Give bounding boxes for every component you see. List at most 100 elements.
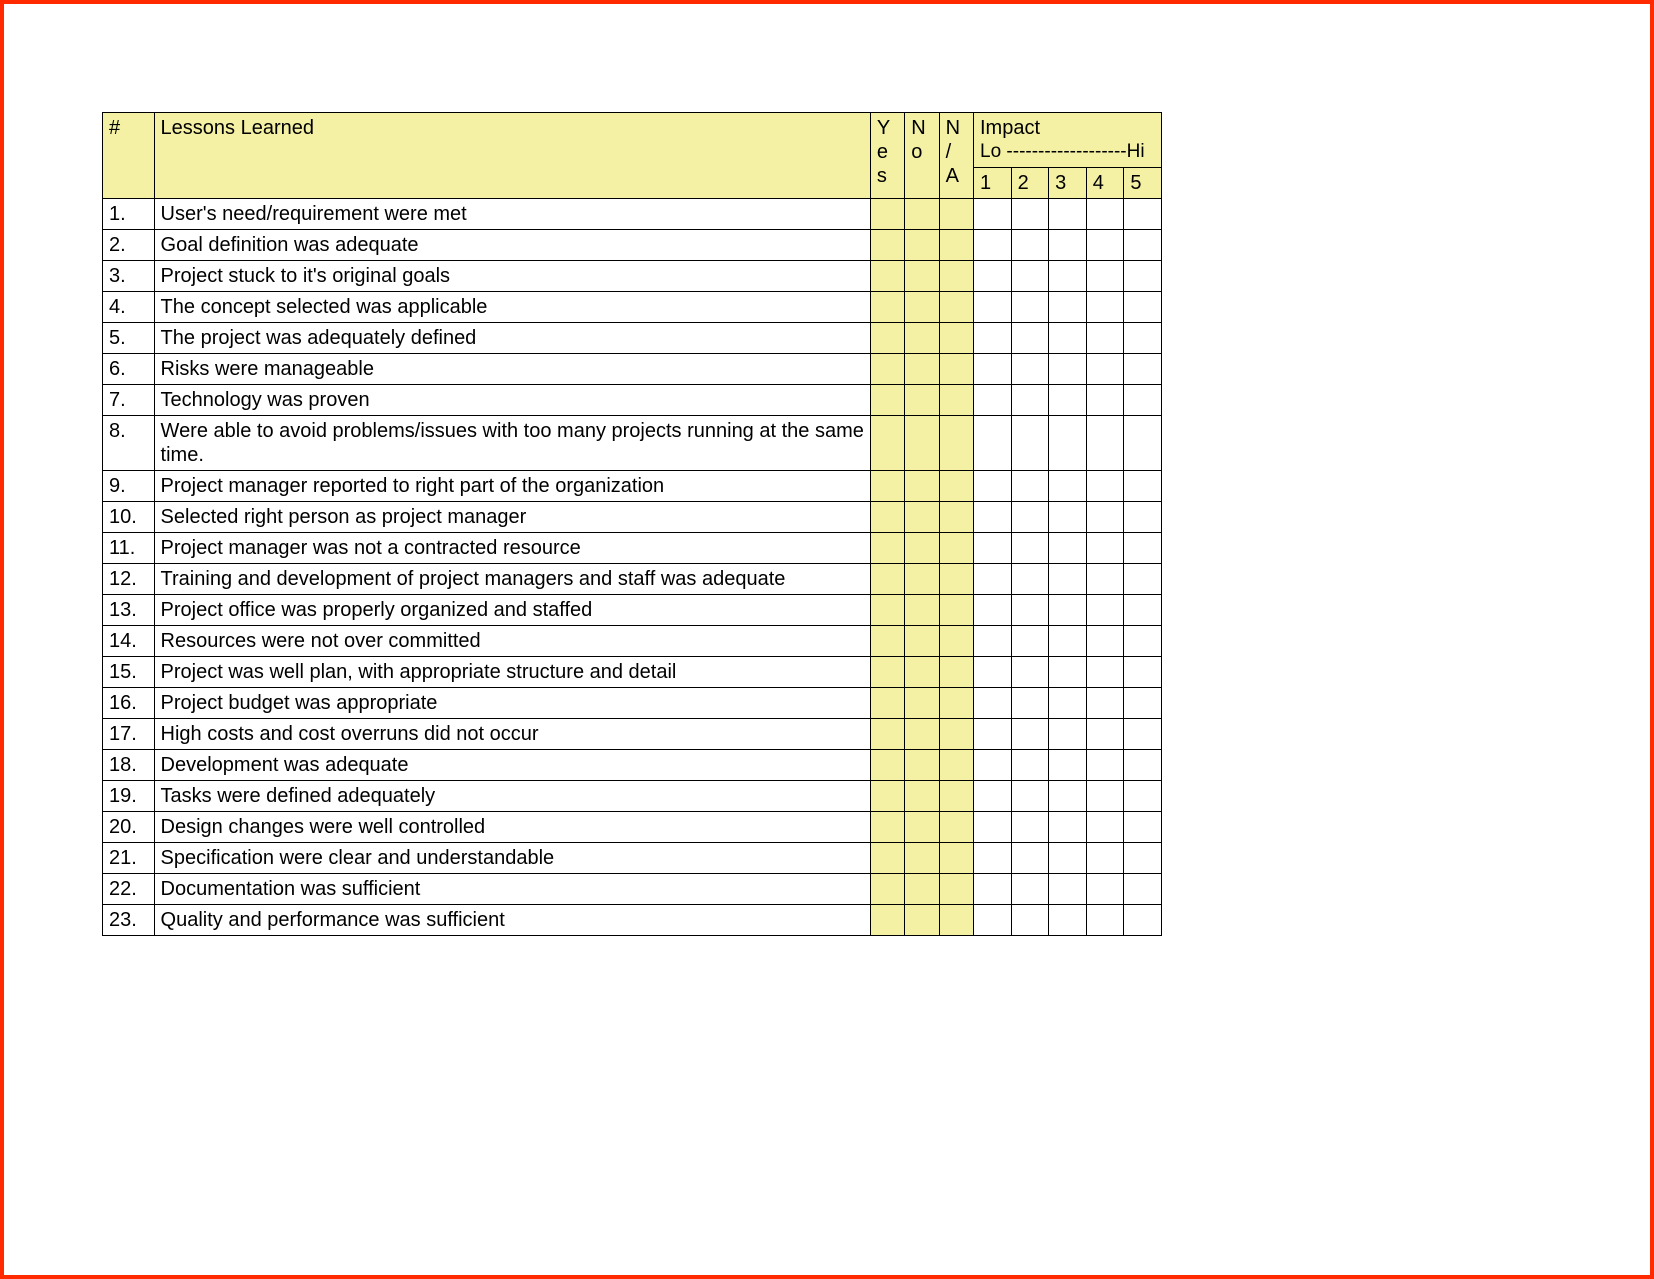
- cell-no[interactable]: [905, 416, 939, 471]
- cell-impact-3[interactable]: [1049, 874, 1087, 905]
- cell-impact-1[interactable]: [974, 595, 1012, 626]
- cell-na[interactable]: [939, 595, 973, 626]
- cell-no[interactable]: [905, 657, 939, 688]
- cell-yes[interactable]: [870, 292, 904, 323]
- cell-impact-2[interactable]: [1011, 564, 1049, 595]
- cell-no[interactable]: [905, 385, 939, 416]
- cell-impact-2[interactable]: [1011, 750, 1049, 781]
- cell-impact-5[interactable]: [1124, 261, 1162, 292]
- cell-impact-2[interactable]: [1011, 905, 1049, 936]
- cell-impact-5[interactable]: [1124, 323, 1162, 354]
- cell-impact-5[interactable]: [1124, 416, 1162, 471]
- cell-impact-1[interactable]: [974, 354, 1012, 385]
- cell-impact-3[interactable]: [1049, 292, 1087, 323]
- cell-impact-1[interactable]: [974, 261, 1012, 292]
- cell-impact-3[interactable]: [1049, 533, 1087, 564]
- cell-impact-1[interactable]: [974, 199, 1012, 230]
- cell-impact-1[interactable]: [974, 688, 1012, 719]
- cell-impact-4[interactable]: [1086, 688, 1124, 719]
- cell-impact-5[interactable]: [1124, 533, 1162, 564]
- cell-impact-3[interactable]: [1049, 688, 1087, 719]
- cell-no[interactable]: [905, 843, 939, 874]
- cell-impact-5[interactable]: [1124, 657, 1162, 688]
- cell-na[interactable]: [939, 564, 973, 595]
- cell-impact-5[interactable]: [1124, 781, 1162, 812]
- cell-impact-1[interactable]: [974, 502, 1012, 533]
- cell-impact-2[interactable]: [1011, 230, 1049, 261]
- cell-impact-5[interactable]: [1124, 385, 1162, 416]
- cell-impact-2[interactable]: [1011, 843, 1049, 874]
- cell-na[interactable]: [939, 323, 973, 354]
- cell-impact-1[interactable]: [974, 230, 1012, 261]
- cell-impact-4[interactable]: [1086, 261, 1124, 292]
- cell-no[interactable]: [905, 533, 939, 564]
- cell-na[interactable]: [939, 471, 973, 502]
- cell-impact-3[interactable]: [1049, 843, 1087, 874]
- cell-na[interactable]: [939, 292, 973, 323]
- cell-na[interactable]: [939, 199, 973, 230]
- cell-impact-4[interactable]: [1086, 905, 1124, 936]
- cell-yes[interactable]: [870, 688, 904, 719]
- cell-impact-4[interactable]: [1086, 502, 1124, 533]
- cell-no[interactable]: [905, 688, 939, 719]
- cell-impact-1[interactable]: [974, 323, 1012, 354]
- cell-no[interactable]: [905, 781, 939, 812]
- cell-yes[interactable]: [870, 354, 904, 385]
- cell-impact-3[interactable]: [1049, 354, 1087, 385]
- cell-impact-3[interactable]: [1049, 626, 1087, 657]
- cell-impact-4[interactable]: [1086, 230, 1124, 261]
- cell-na[interactable]: [939, 230, 973, 261]
- cell-impact-3[interactable]: [1049, 323, 1087, 354]
- cell-na[interactable]: [939, 354, 973, 385]
- cell-impact-1[interactable]: [974, 385, 1012, 416]
- cell-yes[interactable]: [870, 812, 904, 843]
- cell-impact-1[interactable]: [974, 843, 1012, 874]
- cell-impact-3[interactable]: [1049, 905, 1087, 936]
- cell-impact-5[interactable]: [1124, 502, 1162, 533]
- cell-yes[interactable]: [870, 719, 904, 750]
- cell-impact-3[interactable]: [1049, 657, 1087, 688]
- cell-impact-4[interactable]: [1086, 874, 1124, 905]
- cell-impact-4[interactable]: [1086, 719, 1124, 750]
- cell-impact-5[interactable]: [1124, 354, 1162, 385]
- cell-na[interactable]: [939, 750, 973, 781]
- cell-impact-1[interactable]: [974, 471, 1012, 502]
- cell-no[interactable]: [905, 564, 939, 595]
- cell-impact-2[interactable]: [1011, 199, 1049, 230]
- cell-impact-2[interactable]: [1011, 323, 1049, 354]
- cell-no[interactable]: [905, 502, 939, 533]
- cell-no[interactable]: [905, 626, 939, 657]
- cell-impact-3[interactable]: [1049, 564, 1087, 595]
- cell-impact-3[interactable]: [1049, 230, 1087, 261]
- cell-impact-1[interactable]: [974, 781, 1012, 812]
- cell-impact-5[interactable]: [1124, 812, 1162, 843]
- cell-impact-5[interactable]: [1124, 595, 1162, 626]
- cell-yes[interactable]: [870, 502, 904, 533]
- cell-impact-2[interactable]: [1011, 626, 1049, 657]
- cell-impact-5[interactable]: [1124, 843, 1162, 874]
- cell-impact-1[interactable]: [974, 905, 1012, 936]
- cell-impact-5[interactable]: [1124, 905, 1162, 936]
- cell-impact-3[interactable]: [1049, 812, 1087, 843]
- cell-impact-5[interactable]: [1124, 230, 1162, 261]
- cell-impact-5[interactable]: [1124, 564, 1162, 595]
- cell-impact-4[interactable]: [1086, 471, 1124, 502]
- cell-impact-2[interactable]: [1011, 292, 1049, 323]
- cell-impact-4[interactable]: [1086, 595, 1124, 626]
- cell-impact-3[interactable]: [1049, 199, 1087, 230]
- cell-yes[interactable]: [870, 657, 904, 688]
- cell-impact-4[interactable]: [1086, 626, 1124, 657]
- cell-no[interactable]: [905, 230, 939, 261]
- cell-impact-1[interactable]: [974, 719, 1012, 750]
- cell-impact-3[interactable]: [1049, 750, 1087, 781]
- cell-impact-2[interactable]: [1011, 354, 1049, 385]
- cell-impact-4[interactable]: [1086, 750, 1124, 781]
- cell-no[interactable]: [905, 471, 939, 502]
- cell-impact-3[interactable]: [1049, 719, 1087, 750]
- cell-impact-2[interactable]: [1011, 502, 1049, 533]
- cell-na[interactable]: [939, 905, 973, 936]
- cell-impact-3[interactable]: [1049, 595, 1087, 626]
- cell-na[interactable]: [939, 688, 973, 719]
- cell-na[interactable]: [939, 502, 973, 533]
- cell-impact-4[interactable]: [1086, 292, 1124, 323]
